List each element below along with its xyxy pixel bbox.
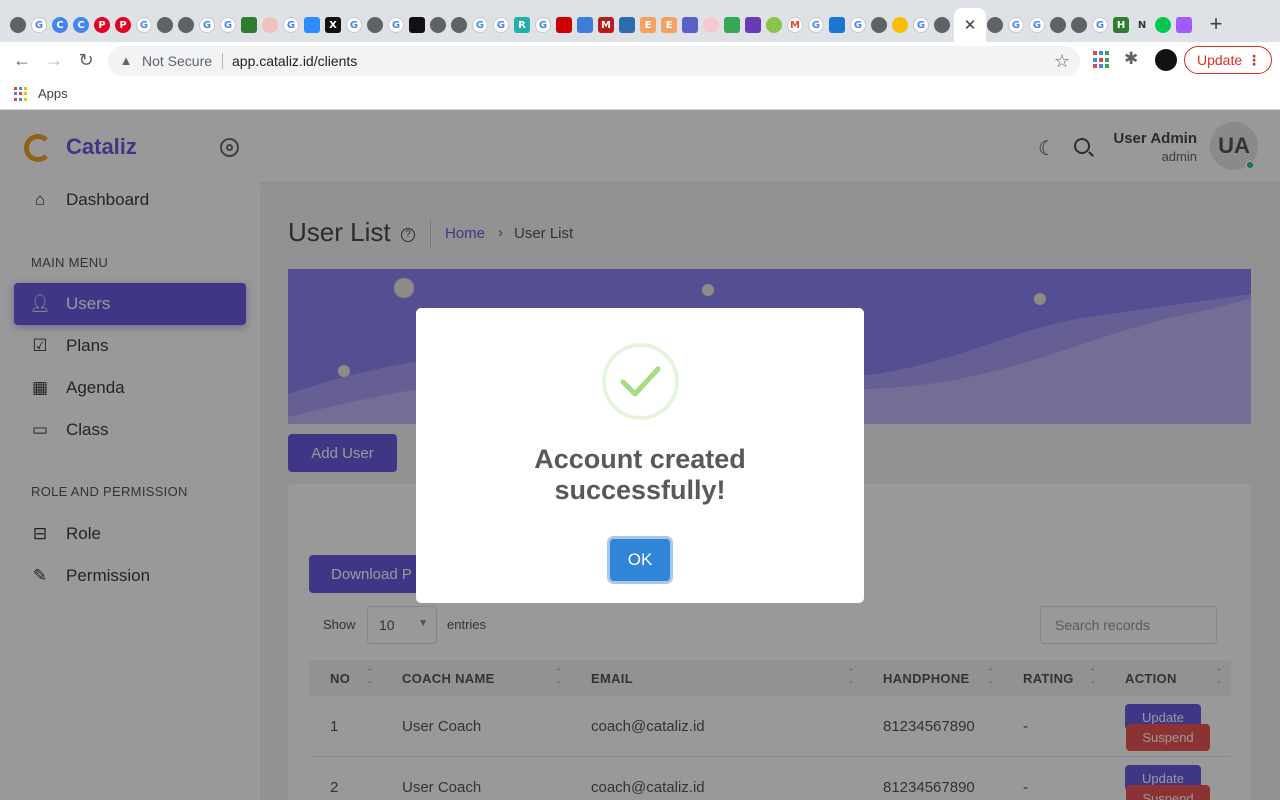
tab-favicon-app[interactable] (409, 17, 425, 33)
tab-favicon-e[interactable]: E (661, 17, 677, 33)
tab-favicon-google[interactable]: G (472, 17, 488, 33)
bookmarks-bar: Apps (0, 78, 1280, 110)
dialog-title-line-1: Account created (534, 444, 746, 474)
tab-favicon-google[interactable]: G (388, 17, 404, 33)
success-dialog: Account created successfully! OK (416, 308, 864, 603)
tab-favicon-google[interactable]: G (808, 17, 824, 33)
tab-favicon-pinterest[interactable]: P (94, 17, 110, 33)
tab-favicon-app[interactable] (577, 17, 593, 33)
apps-bookmark[interactable]: Apps (38, 86, 68, 101)
close-tab-icon[interactable]: ✕ (964, 16, 977, 34)
tab-favicon-app[interactable] (703, 17, 719, 33)
active-tab[interactable]: ✕ (954, 8, 986, 42)
tab-favicon-x[interactable]: X (325, 17, 341, 33)
reload-icon[interactable]: ↻ (74, 48, 98, 72)
success-check-icon (602, 343, 679, 420)
extensions-puzzle-icon[interactable]: ✱ (1124, 49, 1138, 69)
tab-favicon-google[interactable]: G (493, 17, 509, 33)
tab-favicon-zoom[interactable] (304, 17, 320, 33)
tab-favicon-globe[interactable] (934, 17, 950, 33)
extension-grid-icon[interactable] (1093, 51, 1111, 69)
tab-favicon-gmail[interactable]: M (787, 17, 803, 33)
tab-favicon-app[interactable] (892, 17, 908, 33)
tab-favicon-e[interactable]: E (640, 17, 656, 33)
tab-favicon-app[interactable] (262, 17, 278, 33)
tab-favicon-google[interactable]: G (220, 17, 236, 33)
forward-icon[interactable]: → (42, 48, 66, 72)
dialog-title: Account created successfully! (416, 444, 864, 506)
browser-tab-strip: G C C P P G G G G X G G G G R G M E E M … (0, 0, 1280, 42)
tab-favicon-google[interactable]: G (913, 17, 929, 33)
url-text[interactable]: app.cataliz.id/clients (232, 53, 357, 69)
tab-favicon-pinterest[interactable]: P (115, 17, 131, 33)
tab-favicon-google[interactable]: G (346, 17, 362, 33)
tab-favicon-google[interactable]: G (535, 17, 551, 33)
tab-favicon-globe[interactable] (367, 17, 383, 33)
tab-favicon-google[interactable]: G (199, 17, 215, 33)
tab-favicon-r[interactable]: R (514, 17, 530, 33)
browser-update-button[interactable]: Update ⋮ (1184, 46, 1272, 74)
tab-favicon-app[interactable] (766, 17, 782, 33)
tab-favicon-google[interactable]: G (1092, 17, 1108, 33)
tab-favicon-globe[interactable] (871, 17, 887, 33)
tab-favicon-google[interactable]: G (850, 17, 866, 33)
address-separator (222, 53, 223, 69)
back-icon[interactable]: ← (10, 48, 34, 72)
tab-favicon-c[interactable]: C (52, 17, 68, 33)
tab-favicon-globe[interactable] (157, 17, 173, 33)
bookmark-star-icon[interactable]: ☆ (1054, 51, 1070, 72)
tab-favicon-google[interactable]: G (283, 17, 299, 33)
tab-favicon-n[interactable]: N (1134, 17, 1150, 33)
tab-favicon-google[interactable]: G (136, 17, 152, 33)
profile-avatar[interactable] (1155, 49, 1177, 71)
tab-favicon-m[interactable]: M (598, 17, 614, 33)
ok-button[interactable]: OK (610, 539, 670, 581)
tab-favicon-app[interactable] (1155, 17, 1171, 33)
tab-favicon-globe[interactable] (10, 17, 26, 33)
tab-favicon-forms[interactable] (745, 17, 761, 33)
tab-favicon-meet[interactable] (724, 17, 740, 33)
dialog-title-line-2: successfully! (554, 475, 726, 505)
security-label[interactable]: Not Secure (142, 53, 212, 69)
apps-grid-icon[interactable] (14, 87, 28, 101)
checkmark-icon (620, 366, 661, 397)
more-menu-icon[interactable]: ⋮ (1247, 47, 1261, 73)
tab-favicon-google[interactable]: G (1008, 17, 1024, 33)
tab-favicon-globe[interactable] (1050, 17, 1066, 33)
tab-favicon-teams[interactable] (682, 17, 698, 33)
update-label: Update (1197, 52, 1243, 68)
tab-favicon-c[interactable]: C (73, 17, 89, 33)
browser-toolbar: ← → ↻ ▲ Not Secure app.cataliz.id/client… (0, 42, 1280, 78)
tab-favicon-app[interactable] (241, 17, 257, 33)
tab-favicon-figma[interactable] (1176, 17, 1192, 33)
tab-favicon-cnn[interactable] (556, 17, 572, 33)
tab-favicon-globe[interactable] (451, 17, 467, 33)
new-tab-button[interactable]: + (1206, 12, 1226, 36)
address-bar[interactable]: ▲ Not Secure app.cataliz.id/clients ☆ (108, 46, 1080, 76)
warning-icon[interactable]: ▲ (118, 53, 134, 69)
tab-favicon-globe[interactable] (987, 17, 1003, 33)
tab-favicon-globe[interactable] (430, 17, 446, 33)
tab-favicon-hc[interactable]: H (1113, 17, 1129, 33)
tab-favicon-app[interactable] (829, 17, 845, 33)
tab-favicon-google[interactable]: G (31, 17, 47, 33)
tab-favicon-globe[interactable] (1071, 17, 1087, 33)
tab-favicon-google[interactable]: G (1029, 17, 1045, 33)
tab-favicon-app[interactable] (619, 17, 635, 33)
tab-favicon-globe[interactable] (178, 17, 194, 33)
app-viewport: Cataliz ⌂ Dashboard MAIN MENU 👤︎ Users ☑… (0, 110, 1280, 800)
